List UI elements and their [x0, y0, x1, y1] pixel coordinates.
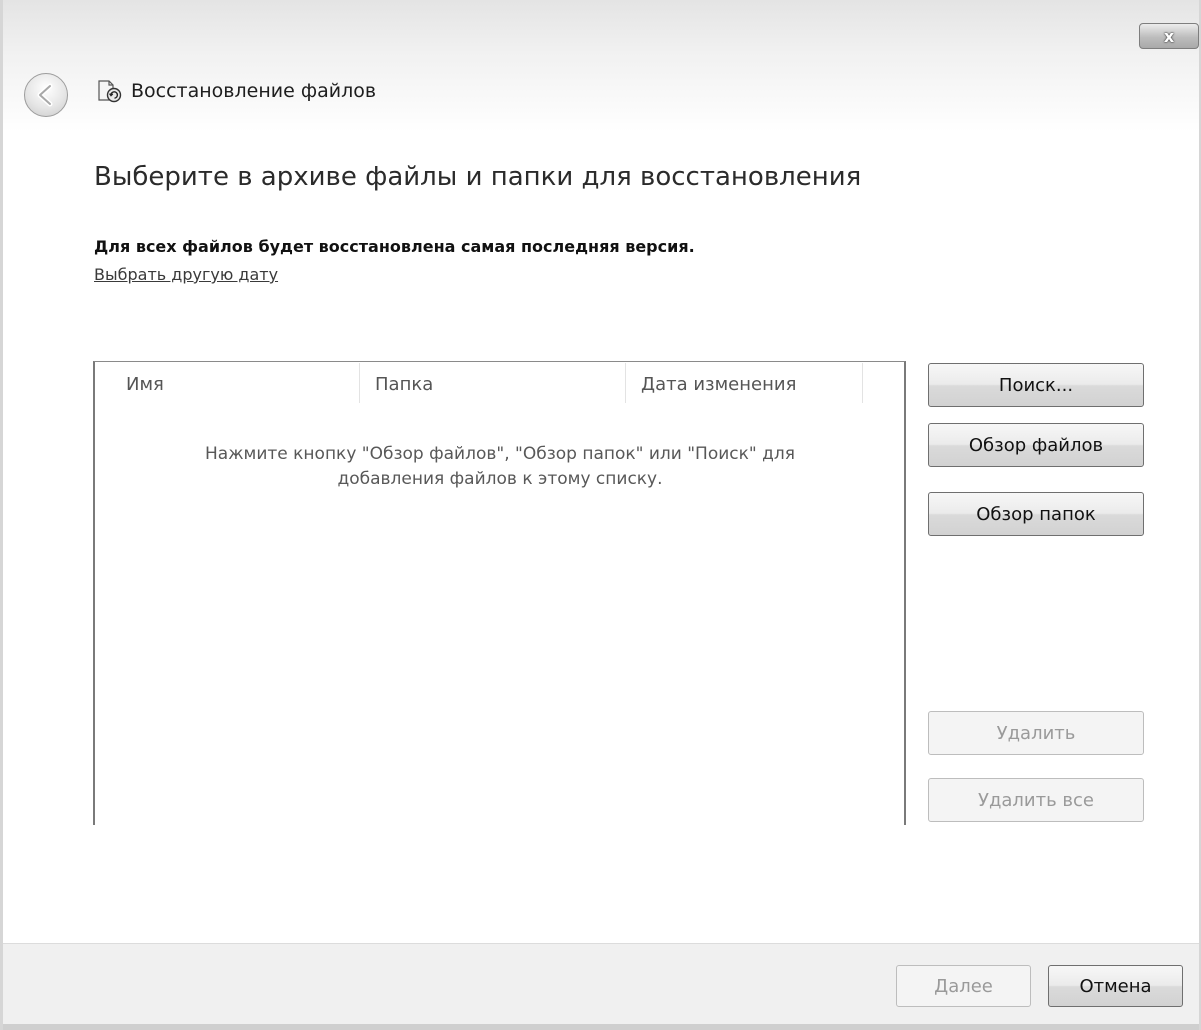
column-separator[interactable]: [625, 363, 626, 403]
back-button[interactable]: [24, 73, 68, 117]
file-restore-icon: [98, 80, 122, 103]
remove-all-button[interactable]: Удалить все: [928, 778, 1144, 822]
file-list[interactable]: Имя Папка Дата изменения Нажмите кнопку …: [93, 361, 906, 825]
title-bar: [3, 0, 1199, 132]
column-header-date[interactable]: Дата изменения: [641, 374, 796, 410]
column-separator[interactable]: [862, 363, 863, 403]
cancel-button[interactable]: Отмена: [1048, 965, 1183, 1007]
window-bottom-border: [3, 1024, 1199, 1030]
empty-hint-line: добавления файлов к этому списку.: [337, 469, 663, 489]
next-button[interactable]: Далее: [896, 965, 1031, 1007]
empty-list-hint: Нажмите кнопку "Обзор файлов", "Обзор па…: [115, 442, 885, 492]
close-button[interactable]: x: [1139, 23, 1199, 49]
column-separator[interactable]: [359, 363, 360, 403]
browse-folders-button[interactable]: Обзор папок: [928, 492, 1144, 536]
column-header-folder[interactable]: Папка: [375, 374, 433, 410]
browse-files-button[interactable]: Обзор файлов: [928, 423, 1144, 467]
column-header-name[interactable]: Имя: [126, 374, 164, 410]
window-title: Восстановление файлов: [131, 80, 377, 102]
page-heading: Выберите в архиве файлы и папки для восс…: [94, 162, 862, 192]
search-button[interactable]: Поиск...: [928, 363, 1144, 407]
close-icon: x: [1163, 26, 1175, 46]
back-arrow-icon: [37, 83, 53, 107]
empty-hint-line: Нажмите кнопку "Обзор файлов", "Обзор па…: [205, 444, 795, 464]
restore-files-window: x Восстановление файлов Выберите в архив…: [0, 0, 1201, 1030]
info-text: Для всех файлов будет восстановлена сама…: [94, 237, 695, 256]
choose-date-link[interactable]: Выбрать другую дату: [94, 265, 278, 284]
remove-button[interactable]: Удалить: [928, 711, 1144, 755]
